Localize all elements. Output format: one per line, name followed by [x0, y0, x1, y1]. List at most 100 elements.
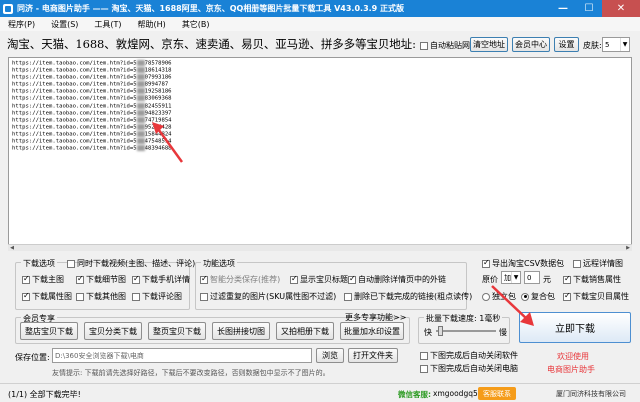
redacted-block — [136, 81, 145, 88]
url-prefix: https://item.taobao.com/item.htm?id=5 — [12, 67, 137, 74]
menu-program[interactable]: 程序(P) — [0, 19, 43, 30]
remove-links-checkbox[interactable]: 自动删除详情页中的外链 — [348, 274, 446, 285]
dl-other-image-label: 下载其他图 — [86, 292, 126, 301]
url-suffix: 78578906 — [144, 60, 172, 67]
url-suffix: 74719854 — [144, 117, 172, 124]
standalone-radio-label: 独立包 — [492, 292, 516, 301]
export-csv-checkbox[interactable]: 导出淘宝CSV数据包 — [482, 258, 564, 269]
dl-attr-image-checkbox[interactable]: 下载属性图 — [22, 291, 72, 302]
url-suffix: 94823397 — [144, 110, 172, 117]
auto-shutdown-checkbox[interactable]: 下图完成后自动关闭电脑 — [420, 363, 518, 374]
url-suffix: 95207428 — [144, 124, 172, 131]
chevron-down-icon: ▼ — [620, 38, 629, 51]
combined-radio[interactable]: 复合包 — [521, 291, 555, 302]
url-prefix: https://item.taobao.com/item.htm?id=5 — [12, 60, 137, 67]
minimize-button[interactable]: — — [550, 0, 576, 17]
dl-mobile-detail-checkbox[interactable]: 下载手机详情 — [132, 274, 190, 285]
download-options-group: 下载选项 — [15, 258, 190, 310]
menu-help[interactable]: 帮助(H) — [130, 19, 174, 30]
menu-other[interactable]: 其它(B) — [174, 19, 218, 30]
window-title: 同济 - 电商图片助手 —— 淘宝、天猫、1688阿里、京东、QQ相册等图片批量… — [17, 4, 405, 13]
url-suffix: 48394688 — [144, 145, 172, 152]
url-prefix: https://item.taobao.com/item.htm?id=5 — [12, 103, 137, 110]
dl-detail-image-label: 下载细节图 — [86, 275, 126, 284]
url-suffix: 18614318 — [144, 67, 172, 74]
long-image-button[interactable]: 长图拼接切图 — [212, 322, 270, 340]
delete-done-label: 删除已下载完成的链接(粗点读传) — [354, 292, 473, 301]
dl-detail-image-checkbox[interactable]: 下载细节图 — [76, 274, 126, 285]
category-download-button[interactable]: 宝贝分类下载 — [84, 322, 142, 340]
url-line: https://item.taobao.com/item.htm?id=5 186… — [12, 67, 628, 74]
browse-button[interactable]: 浏览 — [316, 348, 344, 363]
speed-fast-label: 快 — [424, 328, 432, 337]
price-value-input[interactable]: 0 — [524, 271, 540, 284]
redacted-block — [136, 145, 145, 152]
skin-select[interactable]: 5 ▼ — [602, 37, 630, 52]
app-logo-icon — [3, 3, 13, 14]
menu-bar: 程序(P) 设置(S) 工具(T) 帮助(H) 其它(B) — [0, 17, 640, 31]
contact-badge-label: 客服联系 — [483, 389, 511, 398]
shop-download-button[interactable]: 整店宝贝下载 — [20, 322, 78, 340]
sales-attr-checkbox[interactable]: 下载销售属性 — [563, 274, 621, 285]
scroll-right-icon[interactable]: ▶ — [624, 245, 632, 251]
youpai-album-button[interactable]: 又拍相册下载 — [276, 322, 334, 340]
redacted-block — [136, 60, 145, 66]
maximize-button[interactable]: ☐ — [576, 0, 602, 17]
auto-close-app-checkbox[interactable]: 下图完成后自动关闭软件 — [420, 350, 518, 361]
status-bar: (1/1) 全部下载完毕! 微信客服: xmgoodgq5 客服联系 厦门同济科… — [0, 383, 640, 402]
contact-badge[interactable]: 客服联系 — [478, 387, 516, 400]
close-button[interactable]: ✕ — [602, 0, 640, 17]
settings-button[interactable]: 设置 — [554, 37, 579, 52]
scroll-left-icon[interactable]: ◀ — [8, 245, 16, 251]
redacted-block — [136, 74, 145, 81]
download-video-checkbox[interactable]: 同时下载视频(主图、描述、评论) — [67, 258, 195, 269]
speed-slider-thumb[interactable] — [438, 326, 443, 336]
function-options-group: 功能选项 — [195, 258, 467, 310]
redacted-block — [136, 88, 145, 95]
delete-done-checkbox[interactable]: 删除已下载完成的链接(粗点读传) — [344, 291, 472, 302]
url-textarea[interactable]: https://item.taobao.com/item.htm?id=5 785… — [8, 57, 632, 250]
url-line: https://item.taobao.com/item.htm?id=5 948… — [12, 109, 628, 117]
company-name: 厦门同济科技有限公司 — [556, 390, 626, 398]
url-line: https://item.taobao.com/item.htm?id=5 747… — [12, 116, 628, 124]
combined-attr-checkbox[interactable]: 下载宝贝目属性 — [563, 291, 629, 302]
url-line: https://item.taobao.com/item.htm?id=5 192… — [12, 88, 628, 95]
show-title-checkbox[interactable]: 显示宝贝标题 — [290, 274, 348, 285]
clear-address-button[interactable]: 清空地址 — [470, 37, 508, 52]
dl-other-image-checkbox[interactable]: 下载其他图 — [76, 291, 126, 302]
menu-tools[interactable]: 工具(T) — [86, 19, 129, 30]
combined-attr-label: 下载宝贝目属性 — [573, 292, 629, 301]
remove-links-label: 自动删除详情页中的外链 — [358, 275, 446, 284]
page-download-button[interactable]: 整页宝贝下载 — [148, 322, 206, 340]
menu-settings[interactable]: 设置(S) — [43, 19, 86, 30]
title-bar: 同济 - 电商图片助手 —— 淘宝、天猫、1688阿里、京东、QQ相册等图片批量… — [0, 0, 640, 17]
start-download-button[interactable]: 立即下载 — [519, 312, 631, 343]
horizontal-scrollbar[interactable]: ◀ ▶ — [8, 244, 632, 251]
combined-radio-label: 复合包 — [531, 292, 555, 301]
url-prefix: https://item.taobao.com/item.htm?id=5 — [12, 145, 137, 152]
speed-label: 批量下载速度: 1毫秒 — [424, 313, 503, 324]
smart-classify-checkbox[interactable]: 智能分类保存(推荐) — [200, 274, 280, 285]
filter-duplicates-checkbox[interactable]: 过滤重复的图片(SKU属性图不过滤) — [200, 291, 336, 302]
sales-attr-label: 下载销售属性 — [573, 275, 621, 284]
redacted-block — [136, 102, 145, 109]
url-suffix: 15844824 — [144, 131, 172, 138]
watermark-button[interactable]: 批量加水印设置 — [340, 322, 404, 340]
standalone-radio[interactable]: 独立包 — [482, 291, 516, 302]
dl-review-image-checkbox[interactable]: 下载评论图 — [132, 291, 182, 302]
filter-duplicates-label: 过滤重复的图片(SKU属性图不过滤) — [210, 292, 337, 301]
save-location-label: 保存位置: — [15, 353, 50, 362]
speed-slider-track[interactable] — [436, 330, 496, 332]
remote-detail-checkbox[interactable]: 远程详情图 — [573, 258, 623, 269]
dl-review-image-label: 下载评论图 — [142, 292, 182, 301]
url-prefix: https://item.taobao.com/item.htm?id=5 — [12, 124, 137, 131]
price-op-select[interactable]: 加 ▼ — [501, 271, 521, 284]
redacted-block — [136, 109, 145, 116]
wechat-id: xmgoodgq5 — [433, 389, 478, 398]
chevron-down-icon: ▼ — [511, 272, 520, 283]
url-prefix: https://item.taobao.com/item.htm?id=5 — [12, 131, 137, 138]
open-folder-button[interactable]: 打开文件夹 — [348, 348, 398, 363]
save-path-input[interactable]: D:\360安全浏览器下载\电商 — [52, 348, 312, 363]
dl-main-image-checkbox[interactable]: 下载主图 — [22, 274, 64, 285]
member-center-button[interactable]: 会员中心 — [512, 37, 550, 52]
